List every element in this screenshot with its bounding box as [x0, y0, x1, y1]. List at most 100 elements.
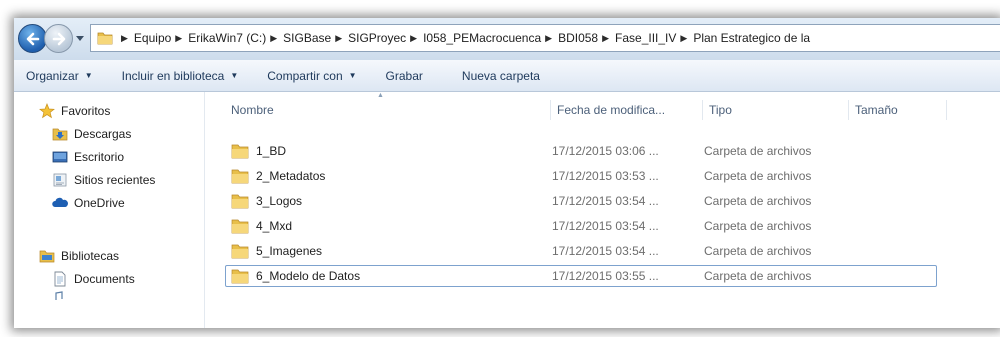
column-header-name[interactable]: Nombre [225, 100, 551, 120]
table-row[interactable]: 1_BD 17/12/2015 03:06 ... Carpeta de arc… [225, 140, 937, 162]
recent-pages-chevron-down-icon[interactable] [76, 32, 84, 44]
breadcrumb-label: I058_PEMacrocuenca [423, 31, 542, 45]
burn-label: Grabar [385, 68, 423, 83]
file-date: 17/12/2015 03:54 ... [552, 194, 659, 208]
file-type: Carpeta de archivos [704, 269, 812, 283]
file-list: ▲ Nombre Fecha de modifica... Tipo Tamañ… [205, 92, 1000, 328]
include-library-menu-button[interactable]: Incluir en biblioteca ▼ [122, 69, 239, 83]
navigation-pane: Favoritos Descargas Escritorio Sitios re… [14, 92, 205, 328]
breadcrumb-chevron-right-icon[interactable]: ▶ [121, 33, 128, 44]
nav-documents[interactable]: Documents [52, 271, 135, 287]
nav-desktop-label: Escritorio [74, 150, 125, 164]
nav-desktop[interactable]: Escritorio [52, 149, 124, 165]
file-type: Carpeta de archivos [704, 244, 812, 258]
nav-onedrive-label: OneDrive [74, 196, 125, 210]
desktop-icon [52, 151, 68, 163]
breadcrumb-label: SIGProyec [348, 31, 407, 45]
table-row[interactable]: 5_Imagenes 17/12/2015 03:54 ... Carpeta … [225, 240, 937, 262]
nav-favorites-label: Favoritos [61, 104, 111, 118]
breadcrumb-chevron-right-icon[interactable]: ▶ [335, 33, 342, 44]
file-name: 5_Imagenes [256, 244, 323, 258]
breadcrumb-label: Fase_III_IV [615, 31, 677, 45]
new-folder-button[interactable]: Nueva carpeta [462, 69, 540, 83]
address-bar: ▶ Equipo ▶ ErikaWin7 (C:) ▶ SIGBase ▶ SIGProyec… [14, 18, 1000, 60]
file-date: 17/12/2015 03:54 ... [552, 219, 659, 233]
breadcrumb-chevron-right-icon[interactable]: ▶ [545, 33, 552, 44]
breadcrumb-segment[interactable]: ▶ Plan Estrategico de la [676, 31, 810, 45]
breadcrumb-segment[interactable]: ▶ BDI058 [541, 31, 598, 45]
chevron-down-icon: ▼ [348, 71, 357, 80]
file-name: 2_Metadatos [256, 169, 326, 183]
nav-libraries[interactable]: Bibliotecas [39, 248, 119, 264]
forward-button[interactable] [44, 24, 73, 53]
downloads-icon [52, 128, 68, 141]
breadcrumb-label: BDI058 [558, 31, 599, 45]
breadcrumb-label: ErikaWin7 (C:) [188, 31, 267, 45]
folder-icon [97, 32, 113, 45]
breadcrumb[interactable]: ▶ Equipo ▶ ErikaWin7 (C:) ▶ SIGBase ▶ SIGProyec… [90, 24, 1000, 52]
libraries-icon [39, 250, 55, 263]
share-with-menu-button[interactable]: Compartir con ▼ [267, 69, 356, 83]
nav-libraries-label: Bibliotecas [61, 249, 120, 263]
breadcrumb-chevron-right-icon[interactable]: ▶ [602, 33, 609, 44]
breadcrumb-chevron-right-icon[interactable]: ▶ [680, 33, 687, 44]
nav-favorites[interactable]: Favoritos [39, 103, 110, 119]
nav-downloads[interactable]: Descargas [52, 126, 131, 142]
column-header-size[interactable]: Tamaño [849, 100, 947, 120]
file-type: Carpeta de archivos [704, 194, 812, 208]
new-folder-label: Nueva carpeta [461, 68, 540, 83]
breadcrumb-segment[interactable]: ▶ SIGBase [266, 31, 331, 45]
column-header-type[interactable]: Tipo [703, 100, 849, 120]
file-type: Carpeta de archivos [704, 144, 812, 158]
column-header-date[interactable]: Fecha de modifica... [551, 100, 703, 120]
organize-menu-button[interactable]: Organizar ▼ [26, 69, 93, 83]
folder-icon [231, 169, 249, 184]
include-library-label: Incluir en biblioteca [121, 68, 225, 83]
sort-ascending-icon: ▲ [377, 92, 384, 99]
command-bar: Organizar ▼ Incluir en biblioteca ▼ Comp… [14, 60, 1000, 92]
breadcrumb-label: Equipo [133, 31, 172, 45]
back-button[interactable] [18, 24, 47, 53]
file-date: 17/12/2015 03:53 ... [552, 169, 659, 183]
back-arrow-icon [26, 32, 40, 46]
breadcrumb-chevron-right-icon[interactable]: ▶ [270, 33, 277, 44]
table-row[interactable]: 6_Modelo de Datos 17/12/2015 03:55 ... C… [225, 265, 937, 287]
breadcrumb-segment[interactable]: ▶ I058_PEMacrocuenca [406, 31, 541, 45]
nav-documents-label: Documents [74, 272, 135, 286]
breadcrumb-chevron-right-icon[interactable]: ▶ [410, 33, 417, 44]
nav-downloads-label: Descargas [74, 127, 132, 141]
folder-icon [231, 244, 249, 259]
breadcrumb-chevron-right-icon[interactable]: ▶ [175, 33, 182, 44]
folder-icon [231, 194, 249, 209]
folder-icon [231, 219, 249, 234]
column-header-type-label: Tipo [709, 103, 732, 117]
nav-recent[interactable]: Sitios recientes [52, 172, 155, 188]
recent-places-icon [53, 173, 67, 187]
file-type: Carpeta de archivos [704, 169, 812, 183]
breadcrumb-segment[interactable]: ▶ Equipo [117, 31, 171, 45]
table-row[interactable]: 2_Metadatos 17/12/2015 03:53 ... Carpeta… [225, 165, 937, 187]
breadcrumb-label: Plan Estrategico de la [693, 31, 811, 45]
nav-onedrive[interactable]: OneDrive [52, 195, 125, 211]
table-row[interactable]: 3_Logos 17/12/2015 03:54 ... Carpeta de … [225, 190, 937, 212]
share-with-label: Compartir con [267, 68, 343, 83]
burn-button[interactable]: Grabar [386, 69, 423, 83]
chevron-down-icon: ▼ [230, 71, 239, 80]
file-name: 1_BD [256, 144, 287, 158]
file-date: 17/12/2015 03:06 ... [552, 144, 659, 158]
file-name: 6_Modelo de Datos [256, 269, 361, 283]
document-icon [54, 271, 66, 287]
file-name: 4_Mxd [256, 219, 293, 233]
explorer-window: ▶ Equipo ▶ ErikaWin7 (C:) ▶ SIGBase ▶ SIGProyec… [14, 18, 1000, 328]
column-header-date-label: Fecha de modifica... [557, 103, 666, 117]
breadcrumb-segment[interactable]: ▶ Fase_III_IV [598, 31, 676, 45]
organize-label: Organizar [26, 68, 79, 83]
breadcrumb-segment[interactable]: ▶ SIGProyec [331, 31, 406, 45]
folder-icon [231, 269, 249, 284]
chevron-down-icon: ▼ [84, 71, 93, 80]
nav-recent-label: Sitios recientes [74, 173, 156, 187]
column-header-name-label: Nombre [231, 103, 274, 117]
star-icon [39, 103, 55, 119]
breadcrumb-segment[interactable]: ▶ ErikaWin7 (C:) [171, 31, 266, 45]
table-row[interactable]: 4_Mxd 17/12/2015 03:54 ... Carpeta de ar… [225, 215, 937, 237]
